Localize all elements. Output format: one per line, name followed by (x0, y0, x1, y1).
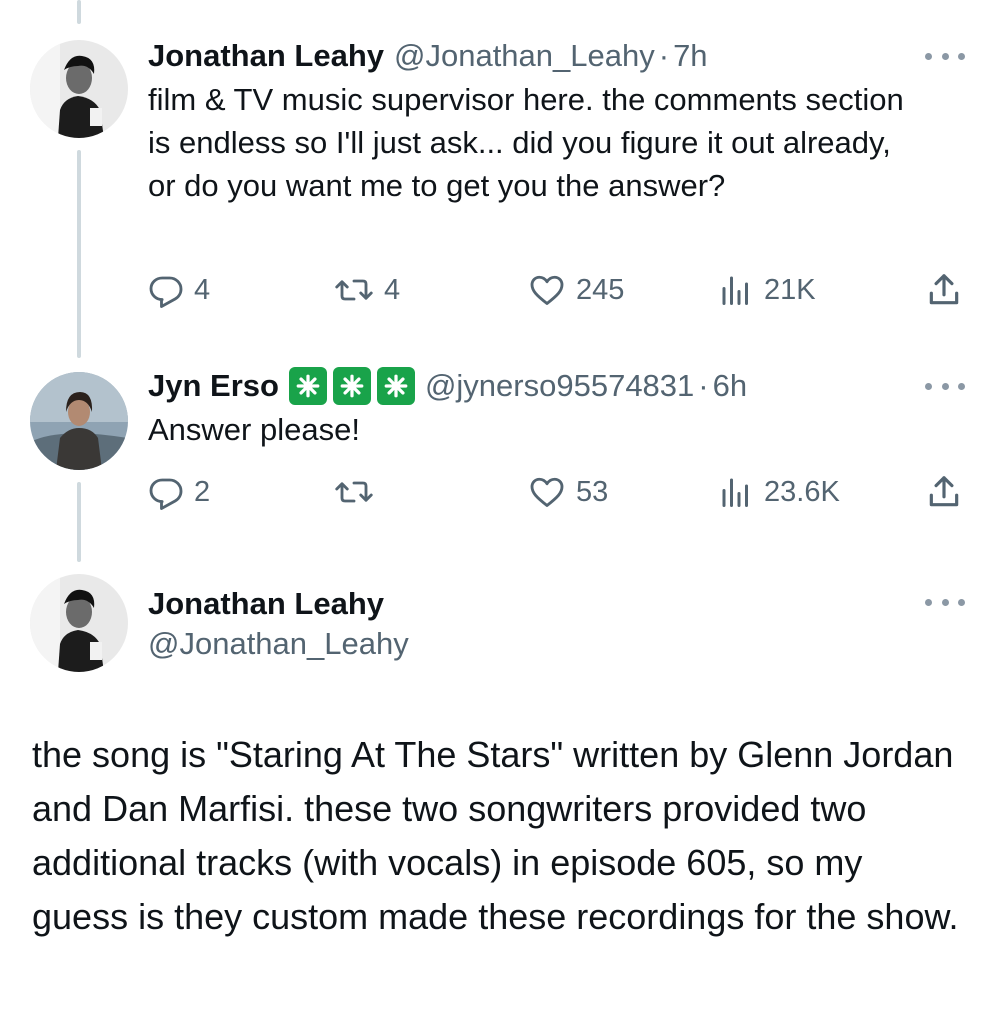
thread-line-top (77, 0, 81, 24)
share-button[interactable] (925, 268, 963, 312)
tweet-header: Jonathan Leahy @Jonathan_Leahy · 7h (148, 36, 957, 76)
retweet-icon (335, 481, 373, 503)
views-button[interactable]: 21K (718, 268, 816, 312)
display-name[interactable]: Jonathan Leahy (148, 584, 957, 624)
like-button[interactable]: 245 (528, 268, 624, 312)
separator-dot: · (658, 38, 670, 73)
tweet-actions: 4 4 245 21K (148, 268, 963, 312)
reply-button[interactable]: 4 (148, 268, 210, 312)
reply-button[interactable]: 2 (148, 470, 210, 514)
timestamp[interactable]: 6h (713, 366, 747, 406)
user-handle[interactable]: @jynerso95574831 (425, 366, 694, 406)
tweet-header: Jyn Erso @jynerso95574831 · 6h (148, 366, 957, 406)
share-icon (929, 476, 959, 507)
tweet-2: Jyn Erso @jynerso95574831 · 6h Answer pl… (148, 366, 957, 451)
separator-dot: · (698, 368, 709, 403)
sparkle-icon (376, 367, 415, 405)
display-name[interactable]: Jonathan Leahy (148, 36, 384, 76)
avatar-jyn-erso[interactable] (30, 372, 128, 470)
display-name[interactable]: Jyn Erso (148, 366, 279, 406)
share-icon (929, 274, 959, 305)
analytics-icon (722, 276, 748, 305)
retweet-count: 4 (384, 273, 401, 306)
avatar-jonathan-leahy[interactable] (30, 40, 128, 138)
retweet-button[interactable]: 4 (334, 268, 400, 312)
reply-count: 2 (194, 475, 211, 508)
reply-count: 4 (194, 273, 211, 306)
tweet-text: film & TV music supervisor here. the com… (148, 82, 904, 203)
user-handle[interactable]: @Jonathan_Leahy (148, 624, 957, 664)
retweet-button[interactable] (334, 470, 384, 514)
sparkle-icon (288, 367, 327, 405)
retweet-icon (335, 279, 373, 301)
share-button[interactable] (925, 470, 963, 514)
heart-icon (530, 477, 564, 507)
main-tweet-text: the song is "Staring At The Stars" writt… (32, 734, 959, 937)
tweet-text: Answer please! (148, 412, 360, 447)
like-count: 245 (576, 273, 625, 306)
like-count: 53 (576, 475, 609, 508)
user-handle[interactable]: @Jonathan_Leahy (394, 36, 655, 76)
tweet-actions: 2 53 23.6K (148, 470, 963, 514)
view-count: 23.6K (764, 475, 840, 508)
like-button[interactable]: 53 (528, 470, 608, 514)
reply-icon (149, 276, 183, 308)
reply-icon (149, 478, 183, 510)
main-tweet-header: Jonathan Leahy @Jonathan_Leahy (148, 584, 957, 664)
thread-line-2 (77, 482, 81, 562)
timestamp[interactable]: 7h (673, 36, 707, 76)
analytics-icon (722, 478, 748, 507)
view-count: 21K (764, 273, 816, 306)
thread-line-1 (77, 150, 81, 358)
tweet-1: Jonathan Leahy @Jonathan_Leahy · 7h film… (148, 36, 957, 207)
heart-icon (530, 275, 564, 305)
avatar-jonathan-leahy[interactable] (30, 574, 128, 672)
sparkle-icon (332, 367, 371, 405)
views-button[interactable]: 23.6K (718, 470, 840, 514)
